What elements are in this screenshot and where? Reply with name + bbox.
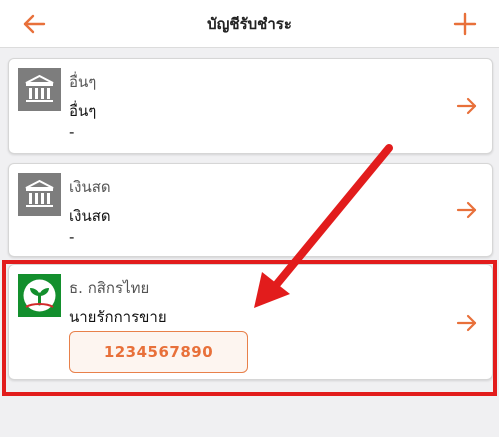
kasikorn-logo-icon — [18, 274, 61, 317]
bank-logo — [18, 274, 61, 317]
bank-name: เงินสด — [69, 178, 111, 196]
account-name: เงินสด — [69, 207, 111, 225]
account-number: - — [69, 228, 75, 246]
account-card-other[interactable]: อื่นๆ อื่นๆ - — [8, 58, 493, 154]
bank-name: อื่นๆ — [69, 73, 97, 91]
account-card-cash[interactable]: เงินสด เงินสด - — [8, 163, 493, 257]
bank-logo — [18, 68, 61, 111]
add-account-button[interactable] — [451, 10, 479, 38]
arrow-right-icon[interactable] — [456, 312, 478, 334]
arrow-right-icon[interactable] — [456, 199, 478, 221]
app-header: บัญชีรับชำระ — [0, 0, 499, 48]
bank-logo — [18, 173, 61, 216]
bank-building-icon — [18, 68, 61, 111]
arrow-right-icon[interactable] — [456, 95, 478, 117]
page-title: บัญชีรับชำระ — [207, 15, 292, 33]
account-name: อื่นๆ — [69, 102, 97, 120]
account-number: - — [69, 123, 75, 141]
account-card-kasikorn[interactable]: ธ. กสิกรไทย นายรักการขาย 1234567890 — [8, 264, 493, 380]
plus-icon — [453, 12, 477, 36]
bank-name: ธ. กสิกรไทย — [69, 279, 150, 297]
bank-building-icon — [18, 173, 61, 216]
account-name: นายรักการขาย — [69, 308, 167, 326]
account-number-badge: 1234567890 — [69, 331, 248, 373]
